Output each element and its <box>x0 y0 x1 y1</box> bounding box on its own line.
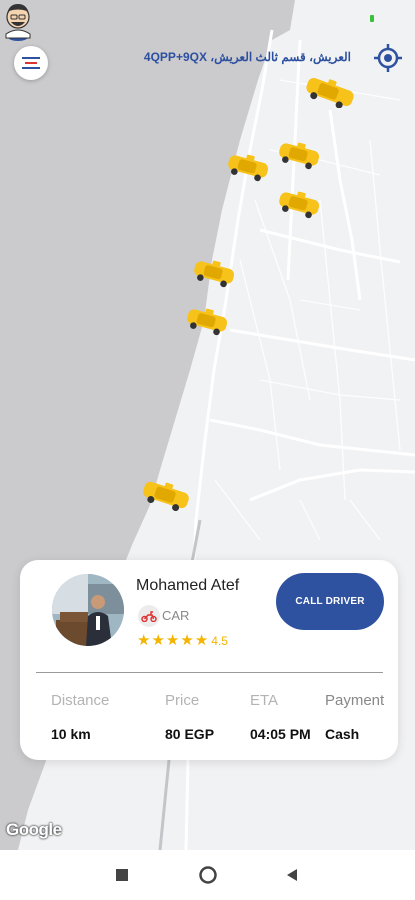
current-address: العريش، قسم ثالث العريش، 4QPP+9QX <box>143 50 351 64</box>
stat-label-payment: Payment <box>325 692 385 709</box>
rating-value: 4.5 <box>211 633 228 648</box>
star-icon: ★ <box>180 632 194 649</box>
taxi-marker[interactable] <box>225 152 271 182</box>
circle-icon <box>199 866 217 884</box>
taxi-marker[interactable] <box>303 76 357 108</box>
scooter-icon <box>138 605 160 627</box>
my-location-icon <box>374 44 402 72</box>
call-driver-button[interactable]: CALL DRIVER <box>276 573 384 630</box>
stat-label-eta: ETA <box>250 692 279 709</box>
card-divider <box>36 672 383 673</box>
stat-value-eta: 04:05 PM <box>250 726 311 742</box>
stat-value-payment: Cash <box>325 726 360 742</box>
menu-icon <box>22 57 40 69</box>
menu-button[interactable] <box>14 46 48 80</box>
recents-button[interactable] <box>107 860 137 890</box>
stat-value-distance: 10 km <box>51 726 91 742</box>
stat-label-distance: Distance <box>51 692 110 709</box>
home-button[interactable] <box>193 860 223 890</box>
star-icon: ★ <box>137 632 151 649</box>
taxi-marker[interactable] <box>140 479 192 511</box>
driver-name: Mohamed Atef <box>136 577 240 594</box>
vehicle-type: CAR <box>162 608 190 623</box>
driver-rating: ★ ★ ★ ★ ★ 4.5 <box>137 633 228 648</box>
square-icon <box>116 869 128 881</box>
driver-card: Mohamed Atef CAR ★ ★ ★ ★ ★ 4.5 CALL DRIV… <box>20 560 398 760</box>
star-icon: ★ <box>165 632 180 649</box>
taxi-marker[interactable] <box>191 258 237 288</box>
star-icon: ★ <box>151 632 165 649</box>
back-button[interactable] <box>277 860 307 890</box>
google-attribution: Google <box>6 820 62 839</box>
driver-avatar <box>52 574 124 646</box>
battery-indicator-icon <box>370 15 374 22</box>
driver-photo <box>52 574 124 646</box>
status-bar <box>0 0 415 30</box>
stat-label-price: Price <box>165 692 200 709</box>
my-location-button[interactable] <box>372 42 404 74</box>
triangle-back-icon <box>287 869 297 881</box>
taxi-marker[interactable] <box>276 140 322 170</box>
taxi-marker[interactable] <box>276 189 322 219</box>
system-navigation-bar <box>0 850 415 900</box>
star-icon: ★ <box>194 632 209 649</box>
stat-value-price: 80 EGP <box>165 726 215 742</box>
taxi-marker[interactable] <box>184 306 230 336</box>
